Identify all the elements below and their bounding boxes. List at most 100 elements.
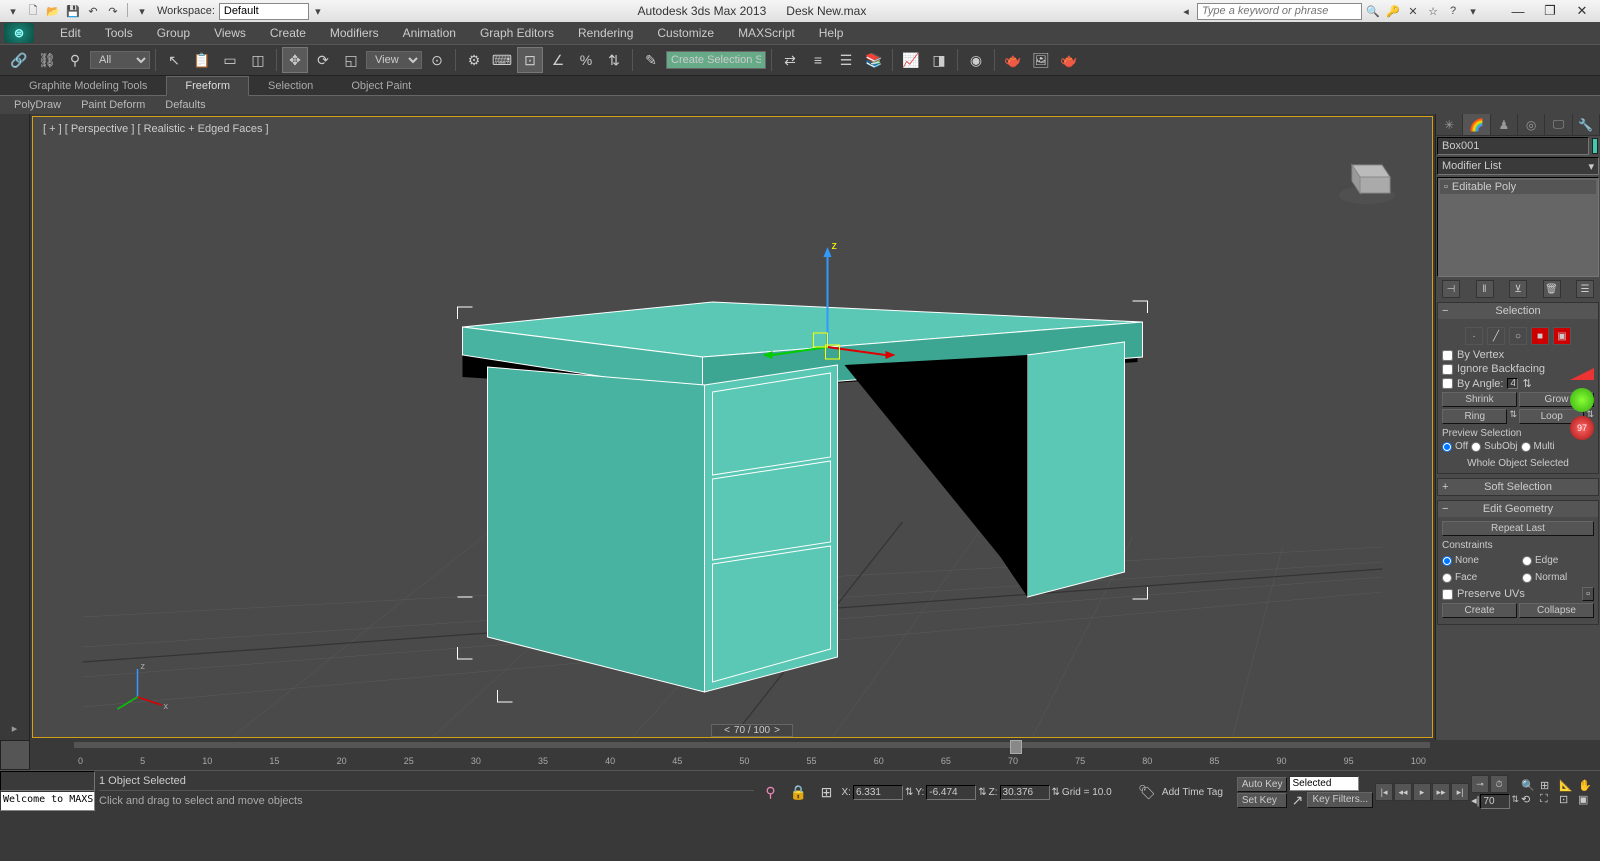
layers-icon[interactable]: ☰ bbox=[833, 47, 859, 73]
menu-help[interactable]: Help bbox=[807, 23, 856, 43]
constraint-normal-radio[interactable] bbox=[1522, 573, 1532, 583]
setkey-button[interactable]: Set Key bbox=[1237, 793, 1288, 808]
time-handle[interactable] bbox=[1010, 740, 1022, 754]
mirror-icon[interactable]: ⇄ bbox=[777, 47, 803, 73]
render-frame-icon[interactable]: 🖼 bbox=[1028, 47, 1054, 73]
object-color-swatch[interactable] bbox=[1592, 138, 1598, 154]
frame-next-icon[interactable]: > bbox=[770, 725, 784, 736]
redo-icon[interactable]: ↷ bbox=[104, 3, 122, 19]
keyboard-shortcut-icon[interactable]: ⌨ bbox=[489, 47, 515, 73]
rollout-edit-geometry-header[interactable]: −Edit Geometry bbox=[1438, 501, 1598, 517]
menu-create[interactable]: Create bbox=[258, 23, 318, 43]
key-mode-combo[interactable] bbox=[1289, 776, 1359, 791]
utilities-tab-icon[interactable]: 🔧 bbox=[1573, 114, 1600, 135]
overlay-badge[interactable]: 97 bbox=[1570, 368, 1598, 448]
abs-rel-icon[interactable]: ⊞ bbox=[814, 779, 840, 805]
app-logo-icon[interactable]: ⊜ bbox=[4, 23, 34, 43]
add-time-tag-label[interactable]: Add Time Tag bbox=[1162, 787, 1223, 798]
ribbon-tab-objectpaint[interactable]: Object Paint bbox=[332, 76, 430, 95]
menu-views[interactable]: Views bbox=[202, 23, 258, 43]
hierarchy-tab-icon[interactable]: ♟ bbox=[1491, 114, 1518, 135]
time-ruler[interactable]: < 70 / 100 > 0510 152025 303540 455055 6… bbox=[74, 740, 1430, 770]
spinner-icon[interactable]: ⇅ bbox=[1511, 794, 1519, 809]
menu-edit[interactable]: Edit bbox=[48, 23, 93, 43]
border-icon[interactable]: ○ bbox=[1509, 327, 1527, 345]
undo-icon[interactable]: ↶ bbox=[84, 3, 102, 19]
layer-manager-icon[interactable]: 📚 bbox=[861, 47, 887, 73]
infocenter-toggle-icon[interactable]: ◂ bbox=[1177, 3, 1195, 19]
by-angle-spinner[interactable] bbox=[1507, 378, 1518, 389]
window-crossing-icon[interactable]: ◫ bbox=[245, 47, 271, 73]
help-icon[interactable]: ? bbox=[1444, 3, 1462, 19]
x-input[interactable] bbox=[853, 785, 903, 800]
play-icon[interactable]: ▸ bbox=[1413, 783, 1431, 801]
menu-rendering[interactable]: Rendering bbox=[566, 23, 645, 43]
workspace-combo[interactable] bbox=[219, 3, 309, 20]
menu-graph-editors[interactable]: Graph Editors bbox=[468, 23, 566, 43]
ribbon-panel-defaults[interactable]: Defaults bbox=[155, 98, 215, 112]
time-slider-thumb[interactable] bbox=[0, 740, 30, 770]
render-icon[interactable]: 🫖 bbox=[1056, 47, 1082, 73]
element-icon[interactable]: ▣ bbox=[1553, 327, 1571, 345]
select-region-icon[interactable]: ▭ bbox=[217, 47, 243, 73]
zoom-icon[interactable]: 🔍 bbox=[1521, 779, 1539, 792]
percent-snap-icon[interactable]: % bbox=[573, 47, 599, 73]
pivot-icon[interactable]: ⊙ bbox=[424, 47, 450, 73]
remove-mod-icon[interactable]: 🗑 bbox=[1543, 280, 1561, 298]
search-input[interactable] bbox=[1197, 3, 1362, 20]
workspace-dropdown-icon[interactable]: ▾ bbox=[309, 3, 327, 19]
polygon-icon[interactable]: ■ bbox=[1531, 327, 1549, 345]
menu-tools[interactable]: Tools bbox=[93, 23, 145, 43]
goto-start-icon[interactable]: |◂ bbox=[1375, 783, 1393, 801]
rollout-selection-header[interactable]: −Selection bbox=[1438, 303, 1598, 319]
spinner-icon[interactable]: ⇅ bbox=[978, 787, 986, 798]
ribbon-tab-graphite[interactable]: Graphite Modeling Tools bbox=[10, 76, 166, 95]
viewport-perspective[interactable]: [ + ] [ Perspective ] [ Realistic + Edge… bbox=[32, 116, 1433, 738]
new-icon[interactable]: 🗋 bbox=[24, 3, 42, 19]
key-filters-button[interactable]: Key Filters... bbox=[1307, 792, 1373, 808]
orbit-icon[interactable]: ⟲ bbox=[1521, 793, 1539, 806]
by-angle-check[interactable] bbox=[1442, 378, 1453, 389]
unlink-icon[interactable]: ⛓ bbox=[34, 47, 60, 73]
select-name-icon[interactable]: 📋 bbox=[189, 47, 215, 73]
keymode-icon[interactable]: ⊸ bbox=[1471, 775, 1489, 793]
expand-ribbon-icon[interactable]: ▸ bbox=[3, 716, 27, 740]
edit-named-sel-icon[interactable]: ✎ bbox=[638, 47, 664, 73]
pan-icon[interactable]: ✋ bbox=[1578, 779, 1596, 792]
refcoord-combo[interactable]: View bbox=[366, 51, 422, 69]
motion-tab-icon[interactable]: ◎ bbox=[1518, 114, 1545, 135]
lock-selection-icon[interactable]: ⚲ bbox=[758, 779, 784, 805]
pin-stack-icon[interactable]: ⊣ bbox=[1442, 280, 1460, 298]
select-icon[interactable]: ↖ bbox=[161, 47, 187, 73]
ribbon-tab-selection[interactable]: Selection bbox=[249, 76, 332, 95]
spinner-icon[interactable]: ⇅ bbox=[1052, 787, 1060, 798]
by-vertex-check[interactable]: By Vertex bbox=[1442, 349, 1594, 361]
create-button[interactable]: Create bbox=[1442, 603, 1517, 618]
bind-icon[interactable]: ⚲ bbox=[62, 47, 88, 73]
constraint-edge-radio[interactable] bbox=[1522, 556, 1532, 566]
show-end-icon[interactable]: ‖ bbox=[1476, 280, 1494, 298]
minimize-button[interactable]: — bbox=[1504, 3, 1532, 19]
prev-frame-icon[interactable]: ◂◂ bbox=[1394, 783, 1412, 801]
zoom-extents-icon[interactable]: ⛶ bbox=[1540, 793, 1558, 806]
maximize-button[interactable]: ❐ bbox=[1536, 3, 1564, 19]
fov-icon[interactable]: 📐 bbox=[1559, 779, 1577, 792]
named-selection-input[interactable] bbox=[666, 51, 766, 69]
menu-modifiers[interactable]: Modifiers bbox=[318, 23, 391, 43]
preview-off-radio[interactable] bbox=[1442, 442, 1452, 452]
key-tangent-icon[interactable]: ↗ bbox=[1289, 792, 1305, 808]
preview-multi-radio[interactable] bbox=[1521, 442, 1531, 452]
max-toggle-icon[interactable]: ▣ bbox=[1578, 793, 1596, 806]
spinner-arrows-icon[interactable]: ⇅ bbox=[1522, 377, 1531, 390]
maxscript-listener[interactable]: Welcome to MAXS bbox=[0, 791, 95, 811]
zoom-extents-all-icon[interactable]: ⊡ bbox=[1559, 793, 1577, 806]
spinner-snap-icon[interactable]: ⇅ bbox=[601, 47, 627, 73]
link-icon[interactable]: 🔗 bbox=[6, 47, 32, 73]
ribbon-tab-freeform[interactable]: Freeform bbox=[166, 76, 249, 96]
scale-icon[interactable]: ◱ bbox=[338, 47, 364, 73]
close-button[interactable]: ✕ bbox=[1568, 3, 1596, 19]
time-tag-icon[interactable]: 🏷 bbox=[1134, 779, 1160, 805]
move-icon[interactable]: ✥ bbox=[282, 47, 308, 73]
selection-lock-icon[interactable]: 🔒 bbox=[786, 779, 812, 805]
project-icon[interactable]: ▾ bbox=[133, 3, 151, 19]
